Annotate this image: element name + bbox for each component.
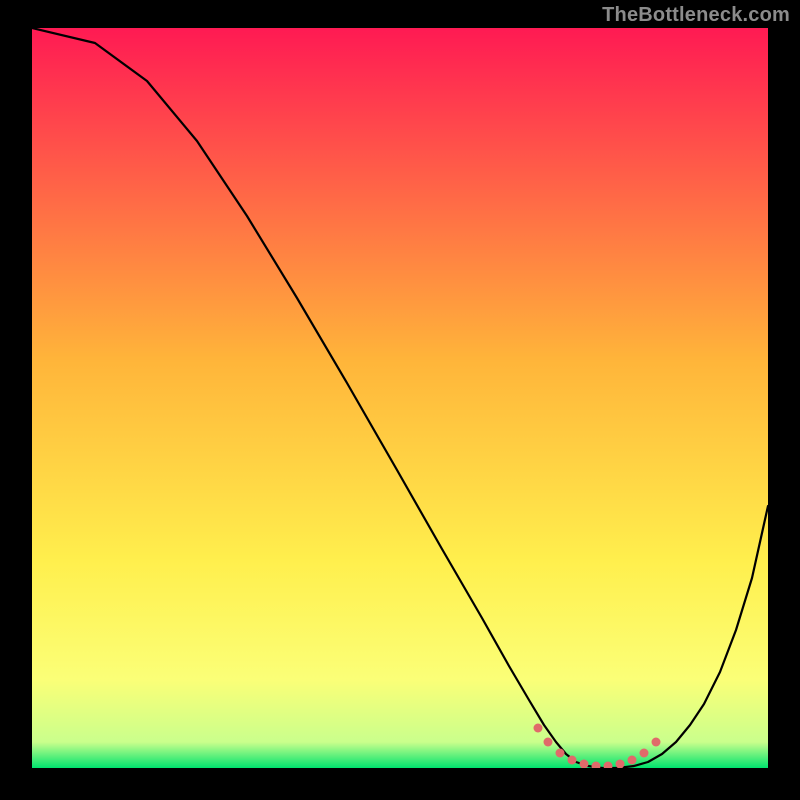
chart-svg xyxy=(32,28,768,768)
highlight-dot xyxy=(534,724,543,733)
highlight-dot xyxy=(628,756,637,765)
highlight-dot xyxy=(556,749,565,758)
chart-stage: TheBottleneck.com xyxy=(0,0,800,800)
highlight-dot xyxy=(640,749,649,758)
highlight-dot xyxy=(568,756,577,765)
gradient-background xyxy=(32,28,768,768)
highlight-dot xyxy=(652,738,661,747)
highlight-dot xyxy=(544,738,553,747)
watermark-text: TheBottleneck.com xyxy=(602,4,790,27)
chart-plot xyxy=(32,28,768,768)
